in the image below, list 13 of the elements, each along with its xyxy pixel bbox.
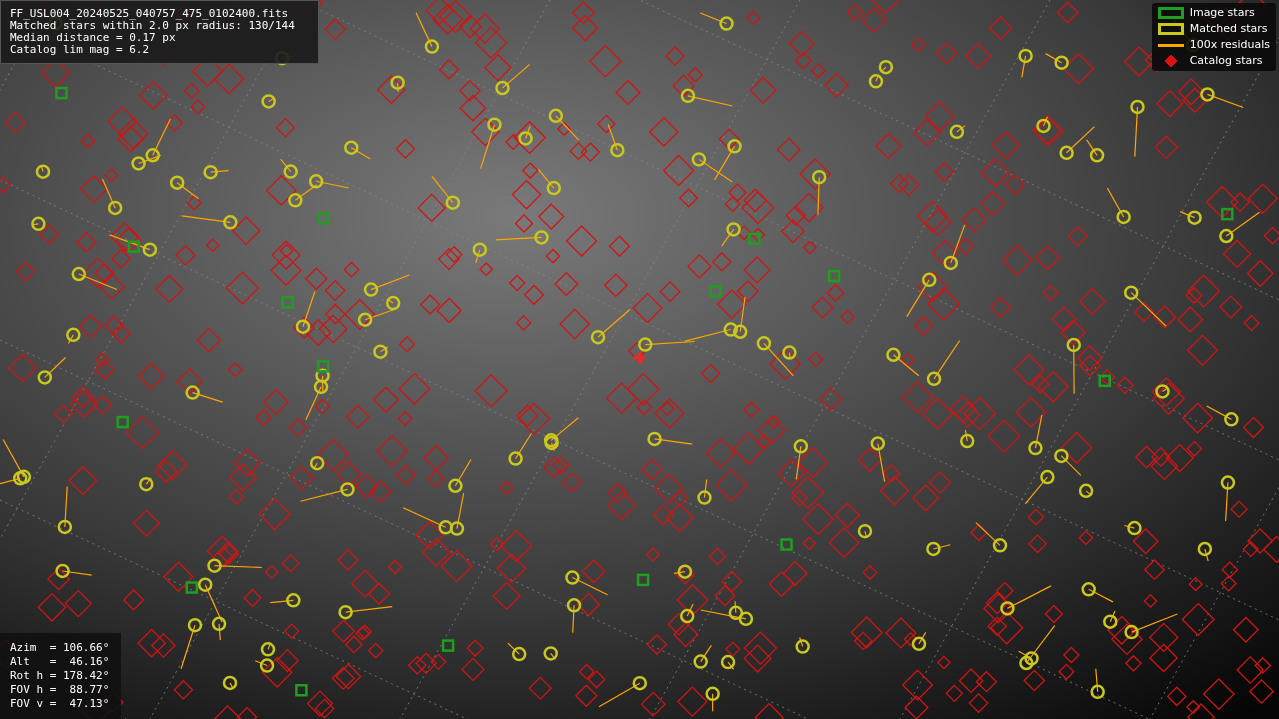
legend-label: Image stars <box>1189 6 1255 20</box>
legend-label: Matched stars <box>1189 22 1268 36</box>
legend-label: Catalog stars <box>1189 54 1263 68</box>
pointing-text: Azim = 106.66° <box>10 642 111 654</box>
pointing-text: Rot h = 178.42° <box>10 670 111 682</box>
info-text: Matched stars within 2.0 px radius: 130/144 <box>10 20 296 32</box>
info-text: Median distance = 0.17 px <box>10 32 177 44</box>
legend-label: 100x residuals <box>1189 38 1270 52</box>
pointing-text: FOV v = 47.13° <box>10 698 111 710</box>
info-text: FF_USL004_20240525_040757_475_0102400.fits <box>10 8 290 20</box>
pointing-text: Alt = 46.16° <box>10 656 111 668</box>
info-text: Catalog lim mag = 6.2 <box>10 44 151 56</box>
pointing-text: FOV h = 88.77° <box>10 684 111 696</box>
